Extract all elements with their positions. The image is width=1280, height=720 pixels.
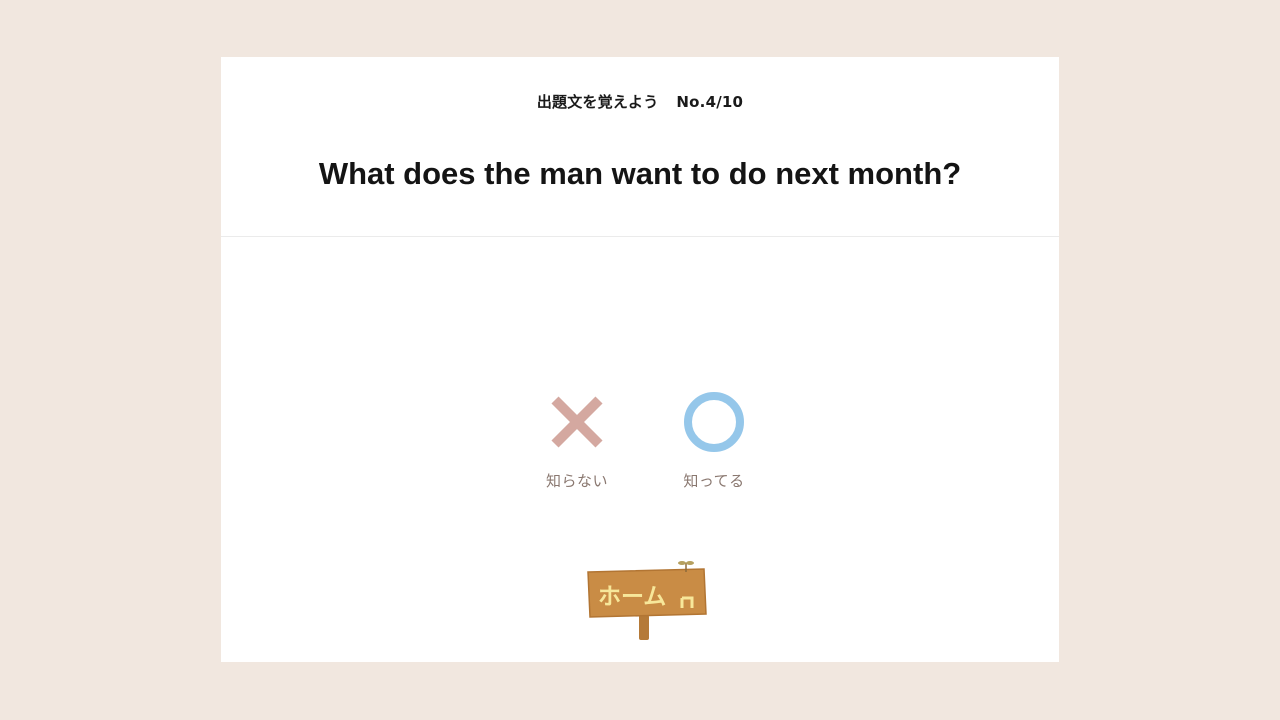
question-counter: No.4/10: [676, 93, 744, 111]
mode-title: 出題文を覚えよう: [536, 93, 659, 111]
question-text: What does the man want to do next month?: [318, 156, 962, 191]
know-button[interactable]: 知ってる: [669, 390, 759, 491]
quiz-subtitle: 出題文を覚えよう No.4/10: [221, 57, 1059, 112]
home-signboard-icon: ホーム: [587, 561, 707, 640]
cross-icon: [551, 396, 603, 448]
know-label: 知ってる: [683, 472, 745, 490]
home-button[interactable]: ホーム: [584, 560, 708, 642]
dont-know-label: 知らない: [545, 472, 608, 490]
circle-icon: [684, 392, 744, 452]
answer-buttons: 知らない 知ってる: [221, 390, 1059, 500]
quiz-card: 出題文を覚えよう No.4/10 What does the man want t…: [221, 57, 1059, 662]
dont-know-button[interactable]: 知らない: [532, 390, 622, 491]
quiz-header: 出題文を覚えよう No.4/10 What does the man want t…: [221, 57, 1059, 237]
home-sign-text: ホーム: [598, 584, 666, 610]
